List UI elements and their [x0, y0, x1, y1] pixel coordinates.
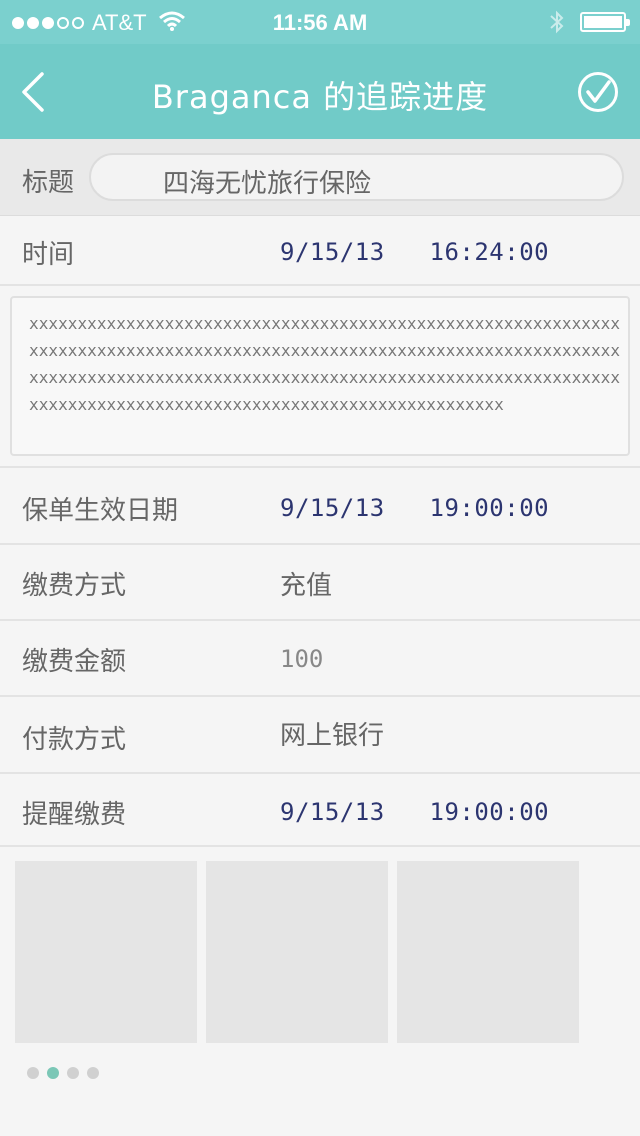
payment-method-row: 缴费方式 充值 [0, 545, 640, 621]
page-indicator[interactable] [27, 1067, 99, 1079]
status-time: 11:56 AM [272, 10, 368, 35]
pay-by-label: 付款方式 [22, 725, 127, 755]
status-bar: AT&T 11:56 AM [0, 0, 640, 44]
payment-reminder-value[interactable]: 9/15/13 19:00:00 [280, 798, 549, 826]
page-dot[interactable] [87, 1067, 99, 1079]
policy-effective-date-row: 保单生效日期 9/15/13 19:00:00 [0, 466, 640, 545]
image-thumbnail[interactable] [397, 861, 579, 1043]
time-label: 时间 [22, 240, 75, 270]
title-label: 标题 [22, 168, 75, 198]
payment-amount-label: 缴费金额 [22, 647, 127, 677]
pay-by-value[interactable]: 网上银行 [280, 715, 384, 752]
title-row: 标题 四海无忧旅行保险 [0, 139, 640, 216]
bluetooth-icon [550, 10, 564, 34]
payment-reminder-row: 提醒缴费 9/15/13 19:00:00 [0, 774, 640, 847]
confirm-check-icon[interactable] [577, 71, 619, 113]
image-thumbnail[interactable] [206, 861, 388, 1043]
page-dot-active[interactable] [47, 1067, 59, 1079]
payment-amount-row: 缴费金额 100 [0, 621, 640, 697]
pay-by-row: 付款方式 网上银行 [0, 697, 640, 774]
nav-bar: Braganca 的追踪进度 [0, 44, 640, 139]
time-value[interactable]: 9/15/13 16:24:00 [280, 238, 549, 266]
image-thumbnail[interactable] [15, 861, 197, 1043]
payment-method-value[interactable]: 充值 [280, 565, 332, 602]
title-input[interactable]: 四海无忧旅行保险 [89, 153, 624, 201]
policy-effective-date-label: 保单生效日期 [22, 496, 179, 526]
page-dot[interactable] [67, 1067, 79, 1079]
battery-icon [580, 12, 630, 32]
memo-textarea[interactable]: xxxxxxxxxxxxxxxxxxxxxxxxxxxxxxxxxxxxxxxx… [10, 296, 630, 456]
page-title: Braganca 的追踪进度 [151, 78, 489, 116]
policy-effective-date-value[interactable]: 9/15/13 19:00:00 [280, 494, 549, 522]
payment-method-label: 缴费方式 [22, 571, 127, 601]
payment-amount-value[interactable]: 100 [280, 645, 323, 673]
page-dot[interactable] [27, 1067, 39, 1079]
title-input-value: 四海无忧旅行保险 [163, 169, 372, 199]
time-row: 时间 9/15/13 16:24:00 [0, 216, 640, 286]
payment-reminder-label: 提醒缴费 [22, 800, 127, 830]
